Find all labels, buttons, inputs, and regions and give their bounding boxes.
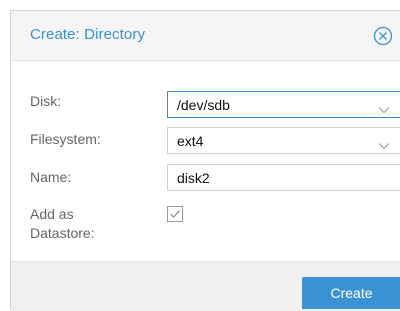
dialog-title: Create: Directory	[30, 26, 146, 43]
create-directory-dialog: Create: Directory Disk: /dev/sdb Filesys…	[10, 10, 400, 311]
dialog-body: Disk: /dev/sdb Filesystem: ext4 Name: di…	[11, 61, 400, 261]
create-button[interactable]: Create	[302, 277, 400, 309]
dialog-header: Create: Directory	[11, 11, 400, 61]
disk-label: Disk:	[30, 93, 62, 109]
close-icon[interactable]	[373, 26, 393, 46]
name-input[interactable]: disk2	[167, 164, 400, 191]
chevron-down-icon[interactable]	[378, 101, 390, 114]
dialog-footer: Create	[11, 261, 400, 311]
disk-select-value: /dev/sdb	[177, 97, 230, 113]
filesystem-label: Filesystem:	[30, 131, 101, 147]
checkmark-icon	[167, 206, 183, 222]
add-datastore-label-line1: Add as	[30, 206, 74, 222]
filesystem-select[interactable]: ext4	[167, 127, 400, 154]
add-datastore-checkbox[interactable]	[167, 206, 183, 222]
disk-select[interactable]: /dev/sdb	[167, 91, 400, 118]
chevron-down-icon[interactable]	[378, 137, 390, 150]
name-label: Name:	[30, 169, 72, 185]
name-input-value: disk2	[177, 170, 210, 186]
filesystem-select-value: ext4	[177, 133, 204, 149]
add-datastore-label-line2: Datastore:	[30, 225, 95, 241]
